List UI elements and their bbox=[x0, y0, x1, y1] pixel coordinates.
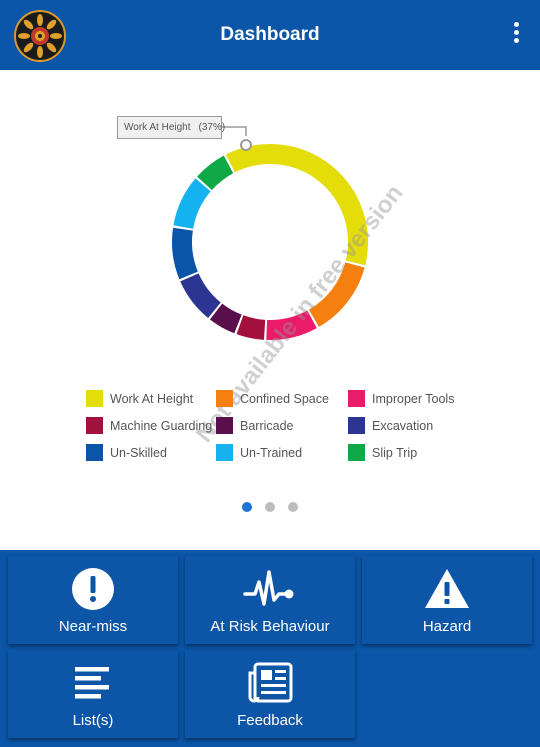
near-miss-button[interactable]: Near-miss bbox=[8, 556, 178, 644]
legend-item[interactable]: Excavation bbox=[348, 417, 433, 434]
lists-label: List(s) bbox=[72, 712, 114, 729]
legend-item[interactable]: Work At Height bbox=[86, 390, 193, 407]
legend-item[interactable]: Improper Tools bbox=[348, 390, 454, 407]
donut-slice[interactable] bbox=[196, 155, 234, 191]
legend-swatch bbox=[216, 417, 233, 434]
warning-triangle-icon bbox=[362, 564, 532, 614]
at-risk-behaviour-label: At Risk Behaviour bbox=[210, 618, 330, 635]
legend-item[interactable]: Un-Skilled bbox=[86, 444, 167, 461]
legend-label: Machine Guarding bbox=[110, 418, 213, 433]
chart-card bbox=[0, 70, 540, 550]
heartbeat-icon bbox=[185, 564, 355, 614]
legend-item[interactable]: Confined Space bbox=[216, 390, 329, 407]
list-lines-icon bbox=[8, 658, 178, 708]
donut-slice[interactable] bbox=[180, 273, 222, 318]
hazard-button[interactable]: Hazard bbox=[362, 556, 532, 644]
legend-label: Un-Skilled bbox=[110, 445, 167, 460]
app-bar: Dashboard bbox=[0, 0, 540, 70]
legend-item[interactable]: Machine Guarding bbox=[86, 417, 212, 434]
legend-swatch bbox=[348, 417, 365, 434]
at-risk-behaviour-button[interactable]: At Risk Behaviour bbox=[185, 556, 355, 644]
donut-slice[interactable] bbox=[236, 315, 266, 340]
donut-slice[interactable] bbox=[172, 227, 198, 280]
page-indicator bbox=[242, 502, 302, 514]
page-dot-3[interactable] bbox=[288, 502, 298, 512]
donut-slice[interactable] bbox=[173, 178, 211, 230]
hazard-label: Hazard bbox=[422, 618, 472, 635]
legend-swatch bbox=[86, 444, 103, 461]
legend-label: Improper Tools bbox=[372, 391, 455, 406]
page-dot-1[interactable] bbox=[242, 502, 252, 512]
page-title: Dashboard bbox=[220, 24, 320, 45]
feedback-label: Feedback bbox=[237, 712, 303, 729]
legend-swatch bbox=[216, 390, 233, 407]
donut-chart[interactable] bbox=[0, 70, 540, 550]
legend-swatch bbox=[348, 390, 365, 407]
legend-label: Un-Trained bbox=[240, 445, 303, 460]
feedback-button[interactable]: Feedback bbox=[185, 650, 355, 738]
tooltip-marker bbox=[240, 139, 252, 151]
exclamation-circle-icon bbox=[8, 564, 178, 614]
legend-label: Slip Trip bbox=[372, 445, 418, 460]
legend-item[interactable]: Barricade bbox=[216, 417, 294, 434]
donut-slice[interactable] bbox=[209, 303, 242, 334]
chart-tooltip: Work At Height (37%) bbox=[117, 116, 225, 139]
legend-swatch bbox=[216, 444, 233, 461]
newspaper-icon bbox=[185, 658, 355, 708]
legend-item[interactable]: Slip Trip bbox=[348, 444, 417, 461]
legend-label: Confined Space bbox=[240, 391, 329, 406]
legend-label: Barricade bbox=[240, 418, 294, 433]
action-grid: Near-miss At Risk Behaviour Hazard List(… bbox=[0, 550, 540, 747]
lists-button[interactable]: List(s) bbox=[8, 650, 178, 738]
legend-item[interactable]: Un-Trained bbox=[216, 444, 302, 461]
near-miss-label: Near-miss bbox=[58, 618, 128, 635]
legend-swatch bbox=[86, 390, 103, 407]
tooltip-label: Work At Height bbox=[124, 122, 191, 133]
tooltip-connector bbox=[222, 126, 247, 136]
legend-label: Work At Height bbox=[110, 391, 194, 406]
legend-swatch bbox=[86, 417, 103, 434]
tooltip-percent: (37%) bbox=[198, 122, 226, 133]
legend-swatch bbox=[348, 444, 365, 461]
page-dot-2[interactable] bbox=[265, 502, 275, 512]
more-vert-icon[interactable] bbox=[510, 22, 522, 48]
legend-label: Excavation bbox=[372, 418, 434, 433]
